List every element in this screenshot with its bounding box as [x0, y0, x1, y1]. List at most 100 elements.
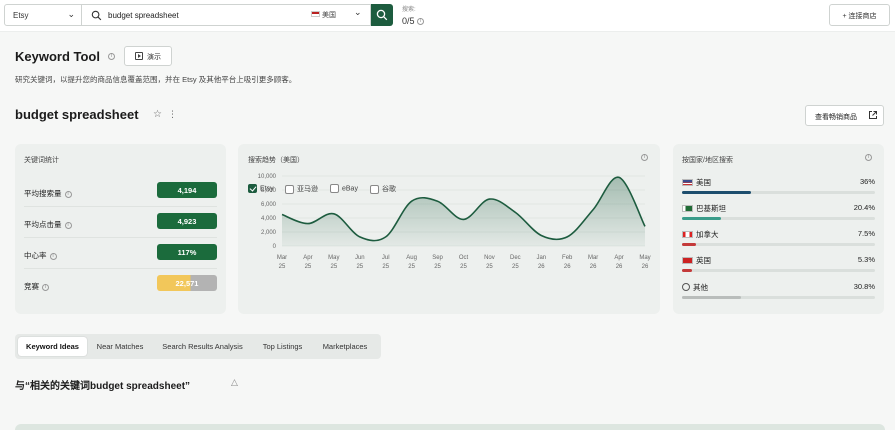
- search-button[interactable]: [371, 4, 393, 26]
- country-bar-track: [682, 191, 875, 194]
- x-tick-label: Dec: [510, 255, 521, 261]
- x-tick-label: 25: [460, 264, 467, 270]
- quota-label: 搜索:: [402, 7, 416, 13]
- y-tick-label: 10,000: [258, 174, 277, 180]
- legend-toggle[interactable]: Etsy: [248, 184, 274, 193]
- x-tick-label: Mar: [277, 255, 287, 261]
- country-percent: 30.8%: [853, 282, 875, 291]
- country-percent: 7.5%: [857, 229, 875, 238]
- trend-point[interactable]: [488, 198, 491, 201]
- country-percent: 20.4%: [853, 203, 875, 212]
- country-row: 加拿大 7.5%: [682, 229, 875, 255]
- x-tick-label: Aug: [406, 255, 417, 261]
- analysis-tabs: Keyword Ideas Near Matches Search Results …: [15, 334, 381, 359]
- legend-toggle[interactable]: 亚马逊: [285, 184, 318, 194]
- country-row: 其他 30.8%: [682, 282, 875, 308]
- x-tick-label: Apr: [614, 255, 623, 261]
- country-bar-track: [682, 296, 875, 299]
- trend-point[interactable]: [644, 225, 647, 228]
- country-percent: 5.3%: [857, 255, 875, 264]
- main-content: Keyword Tool i 演示 研究关键词，以提升您的商品信息覆盖范围，并在…: [0, 32, 895, 430]
- results-panel: [15, 424, 885, 430]
- country-name: 巴基斯坦: [696, 204, 726, 213]
- x-tick-label: 26: [538, 264, 545, 270]
- top-bar: Etsy ⌄ budget spreadsheet 美国 ⌄ 搜索: 0/5 i…: [0, 0, 895, 32]
- trend-point[interactable]: [592, 208, 595, 211]
- x-tick-label: 26: [616, 264, 623, 270]
- x-tick-label: 25: [382, 264, 389, 270]
- search-icon: [91, 10, 102, 21]
- country-bar-track: [682, 217, 875, 220]
- y-tick-label: 6,000: [261, 202, 277, 208]
- x-tick-label: Apr: [303, 255, 312, 261]
- checkbox-icon[interactable]: [370, 184, 379, 194]
- legend-label: 谷歌: [382, 186, 396, 193]
- trend-point[interactable]: [384, 235, 387, 238]
- x-tick-label: 26: [642, 264, 649, 270]
- x-tick-label: 25: [408, 264, 415, 270]
- country-bar-fill: [682, 296, 742, 299]
- info-icon[interactable]: i: [417, 18, 425, 26]
- tab-near-matches[interactable]: Near Matches: [89, 337, 151, 356]
- platform-select[interactable]: Etsy ⌄: [4, 4, 82, 26]
- trend-point[interactable]: [306, 222, 309, 225]
- x-tick-label: Mar: [588, 255, 598, 261]
- search-icon: [376, 9, 388, 21]
- trend-point[interactable]: [410, 200, 413, 203]
- connect-store-button[interactable]: + 连接商店: [829, 4, 890, 26]
- trend-point[interactable]: [436, 200, 439, 203]
- x-tick-label: 25: [486, 264, 493, 270]
- x-tick-label: 25: [331, 264, 338, 270]
- y-tick-label: 0: [273, 244, 277, 250]
- checkbox-icon[interactable]: [330, 184, 339, 193]
- checkbox-icon[interactable]: [285, 184, 294, 194]
- chevron-down-icon: ⌄: [67, 9, 75, 19]
- globe-flag-icon: [682, 283, 690, 291]
- country-bar-fill: [682, 269, 693, 272]
- info-icon[interactable]: i: [865, 154, 872, 161]
- tab-keyword-ideas[interactable]: Keyword Ideas: [18, 337, 87, 356]
- x-tick-label: 25: [305, 264, 312, 270]
- us-flag-icon: [311, 11, 320, 17]
- legend-toggle[interactable]: 谷歌: [370, 184, 396, 194]
- trend-point[interactable]: [540, 234, 543, 237]
- trend-point[interactable]: [618, 176, 621, 179]
- x-tick-label: Nov: [484, 255, 495, 261]
- checkbox-icon[interactable]: [248, 184, 257, 193]
- warning-icon: △: [231, 377, 238, 387]
- country-bar-fill: [682, 191, 752, 194]
- trend-point[interactable]: [514, 211, 517, 214]
- gb-flag-icon: [682, 257, 693, 264]
- tab-search-results-analysis[interactable]: Search Results Analysis: [154, 337, 251, 356]
- x-tick-label: 26: [590, 264, 597, 270]
- x-tick-label: 25: [356, 264, 363, 270]
- tab-marketplaces[interactable]: Marketplaces: [313, 337, 377, 356]
- us-flag-icon: [682, 179, 693, 186]
- quota-value: 0/5: [402, 16, 415, 26]
- tab-top-listings[interactable]: Top Listings: [255, 337, 310, 356]
- trend-point[interactable]: [281, 213, 284, 216]
- x-tick-label: Oct: [459, 255, 469, 261]
- country-select[interactable]: 美国: [311, 10, 336, 20]
- trend-point[interactable]: [358, 235, 361, 238]
- country-name: 英国: [696, 256, 711, 265]
- legend-label: 亚马逊: [297, 186, 318, 193]
- country-row: 巴基斯坦 20.4%: [682, 203, 875, 229]
- trend-point[interactable]: [462, 218, 465, 221]
- x-tick-label: Feb: [562, 255, 573, 261]
- country-bar-fill: [682, 217, 722, 220]
- trend-point[interactable]: [332, 212, 335, 215]
- platform-value: Etsy: [13, 11, 29, 20]
- country-bar-fill: [682, 243, 697, 246]
- trend-point[interactable]: [566, 235, 569, 238]
- x-tick-label: May: [639, 255, 650, 261]
- y-tick-label: 4,000: [261, 216, 277, 222]
- pk-flag-icon: [682, 205, 693, 212]
- y-tick-label: 2,000: [261, 230, 277, 236]
- country-name: 美国: [696, 178, 711, 187]
- legend-toggle[interactable]: eBay: [330, 184, 358, 193]
- country-value: 美国: [322, 12, 336, 19]
- chevron-down-icon[interactable]: ⌄: [354, 7, 362, 18]
- search-quota: 搜索: 0/5 i: [402, 4, 425, 26]
- country-percent: 36%: [859, 177, 875, 186]
